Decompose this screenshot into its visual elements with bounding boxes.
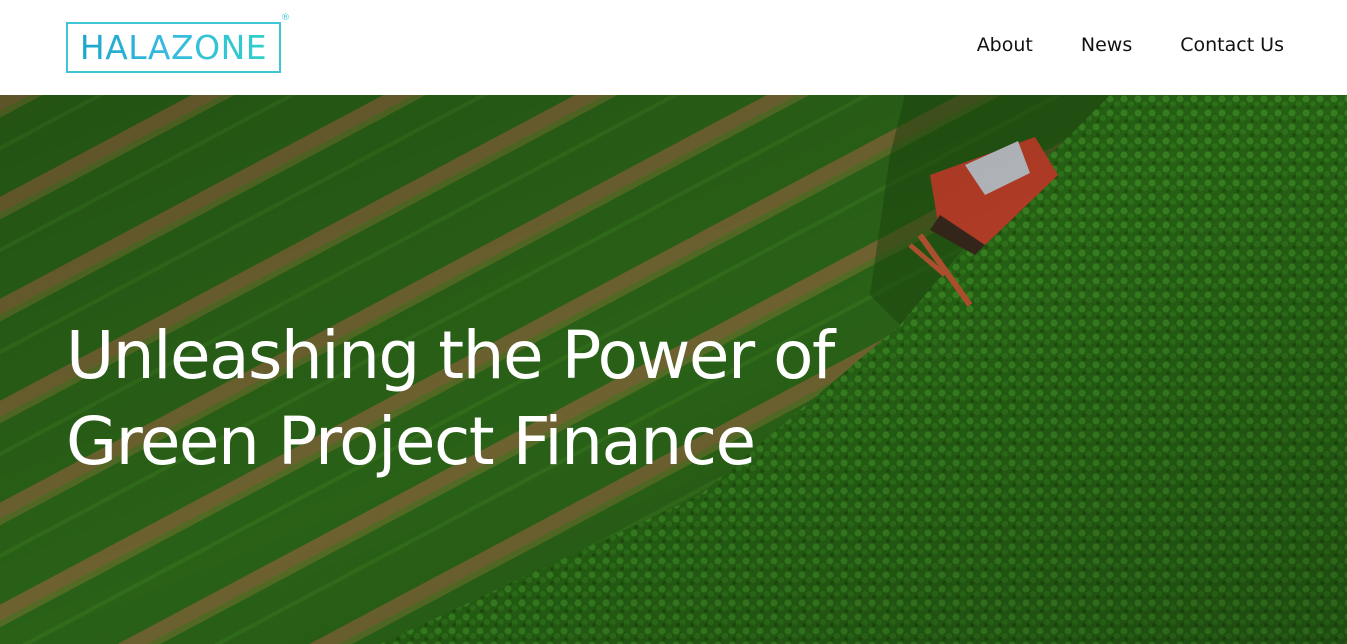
nav-news-link[interactable]: News	[1081, 33, 1132, 57]
hero-title-line-1: Unleashing the Power of	[66, 317, 835, 394]
hero-title-line-2: Green Project Finance	[66, 403, 756, 480]
hero-section: Unleashing the Power of Green Project Fi…	[0, 95, 1347, 644]
nav-about-link[interactable]: About	[977, 33, 1033, 57]
halazone-logo[interactable]: HALAZONE	[66, 22, 281, 73]
logo-text: HALAZONE	[79, 28, 268, 67]
site-header: HALAZONE ® About News Contact Us	[0, 0, 1347, 95]
nav-contact-link[interactable]: Contact Us	[1180, 33, 1284, 57]
hero-title: Unleashing the Power of Green Project Fi…	[66, 313, 966, 485]
main-nav: About News Contact Us	[977, 33, 1284, 57]
registered-mark: ®	[281, 13, 290, 23]
